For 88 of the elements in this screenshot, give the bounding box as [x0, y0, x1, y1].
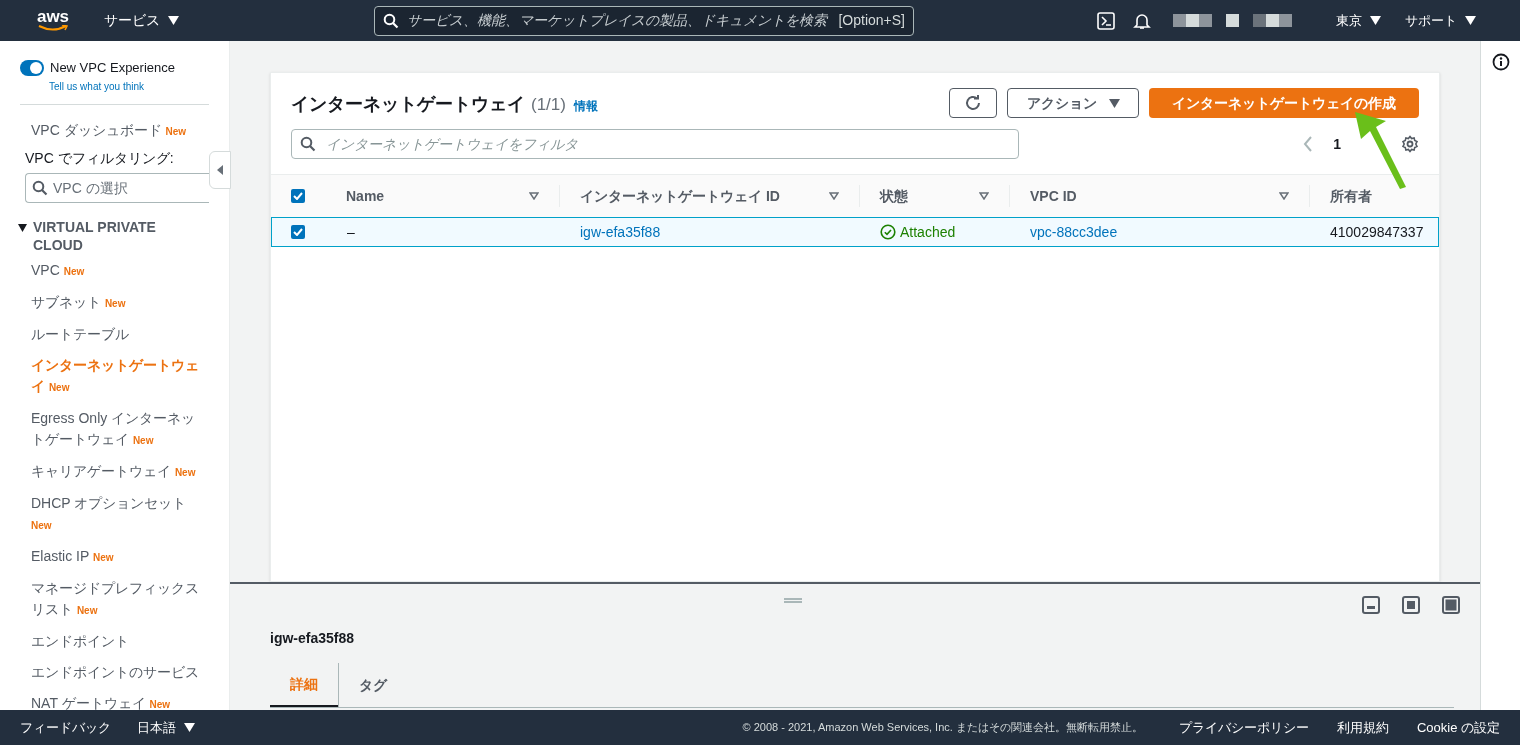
actions-button[interactable]: アクション	[1007, 88, 1139, 118]
settings-icon[interactable]	[1401, 135, 1419, 153]
info-link[interactable]: 情報	[573, 97, 598, 115]
table-link[interactable]: vpc-88cc3dee	[1030, 221, 1118, 243]
footer-link[interactable]: Cookie の設定	[1416, 717, 1500, 738]
search-icon	[383, 12, 399, 29]
nav-item[interactable]: キャリアゲートウェイ New	[31, 460, 209, 483]
nav-item[interactable]: VPC ダッシュボード New	[31, 121, 187, 138]
feedback-link[interactable]: Tell us what you think	[49, 78, 209, 94]
checkbox[interactable]	[291, 225, 305, 239]
nav-item[interactable]: NAT ゲートウェイ New	[31, 692, 209, 715]
nav-item[interactable]: VPC New	[31, 259, 209, 282]
info-icon[interactable]	[1491, 53, 1510, 71]
sort-icon[interactable]	[829, 192, 839, 200]
nav-item[interactable]: マネージドプレフィックスリスト New	[31, 577, 209, 621]
services-menu[interactable]: サービス	[104, 10, 179, 31]
support-menu[interactable]: サポート	[1405, 10, 1476, 31]
caret-icon	[18, 223, 27, 232]
new-label: New	[132, 434, 154, 446]
new-label: New	[31, 519, 52, 531]
new-label: New	[93, 551, 114, 563]
footer-link[interactable]: プライバシーポリシー	[1178, 717, 1309, 738]
nav-item[interactable]: DHCP オプションセット New	[31, 492, 209, 536]
resize-handle[interactable]	[784, 598, 802, 603]
refresh-icon	[964, 94, 982, 112]
nav-item[interactable]: エンドポイント	[31, 630, 209, 652]
panel-layout-icon[interactable]	[1442, 596, 1460, 614]
caret-icon	[168, 16, 179, 25]
copyright-text: © 2008 - 2021, Amazon Web Services, Inc. またはその関連会社。無断転用禁止。	[742, 720, 1143, 736]
nav-item[interactable]: ルートテーブル	[31, 323, 209, 345]
search-field[interactable]: サービス、機能、マーケットプレイスの製品、ドキュメントを検索 [Option+S]	[374, 5, 914, 36]
shortcut-hint: [Option+S]	[838, 11, 905, 30]
sort-icon[interactable]	[1279, 192, 1289, 200]
nav-item[interactable]: エンドポイントのサービス	[31, 661, 209, 683]
table-filter-field[interactable]: インターネットゲートウェイをフィルタ	[291, 129, 1019, 159]
caret-icon	[1370, 16, 1381, 25]
new-label: New	[48, 381, 70, 393]
footer-link[interactable]: 利用規約	[1336, 717, 1389, 738]
panel-title: インターネットゲートウェイ	[291, 93, 525, 116]
check-circle-icon	[880, 224, 896, 240]
toggle-switch[interactable]	[20, 59, 44, 76]
filter-label: VPC でフィルタリング:	[24, 148, 175, 168]
status-text: Attached	[900, 222, 956, 242]
language-menu[interactable]: 日本語	[137, 717, 195, 738]
column-header[interactable]: 状態	[880, 185, 908, 207]
page-number[interactable]: 1	[1333, 133, 1341, 155]
new-label: New	[104, 297, 126, 309]
column-header[interactable]: インターネットゲートウェイ ID	[580, 185, 780, 207]
table-cell-text: 410029847337	[1330, 222, 1424, 242]
panel-layout-icon[interactable]	[1362, 596, 1380, 614]
search-icon	[300, 136, 316, 152]
column-header: 所有者	[1330, 186, 1372, 206]
table-link[interactable]: igw-efa35f88	[580, 221, 661, 243]
panel-layout-icon[interactable]	[1402, 596, 1420, 614]
nav-item[interactable]: サブネット New	[31, 291, 209, 314]
terminal-icon[interactable]	[1097, 11, 1115, 30]
region-menu[interactable]: 東京	[1336, 10, 1381, 31]
sort-icon[interactable]	[529, 192, 539, 200]
column-header[interactable]: Name	[346, 185, 385, 207]
nav-item[interactable]: Egress Only インターネットゲートウェイ New	[31, 407, 209, 451]
bell-icon[interactable]	[1133, 11, 1151, 30]
new-label: New	[149, 698, 171, 710]
nav-item[interactable]: Elastic IP New	[31, 545, 209, 568]
table-cell-text: –	[347, 222, 355, 242]
collapse-sidebar-button[interactable]	[209, 151, 231, 189]
aws-logo[interactable]: aws	[36, 5, 70, 36]
toggle-label: New VPC Experience	[50, 59, 175, 77]
table-row[interactable]: – igw-efa35f88 Attached vpc-88cc3dee 410029847337	[271, 217, 1439, 247]
item-count: (1/1)	[531, 94, 566, 116]
tab[interactable]: タグ	[338, 663, 407, 707]
checkbox[interactable]	[291, 189, 305, 203]
detail-title: igw-efa35f88	[270, 630, 355, 646]
refresh-button[interactable]	[949, 88, 997, 118]
feedback-link[interactable]: フィードバック	[20, 717, 111, 738]
new-label: New	[174, 466, 196, 478]
caret-icon	[1465, 16, 1476, 25]
caret-icon	[1108, 98, 1120, 108]
vpc-filter-field[interactable]: VPC の選択	[25, 172, 209, 203]
redacted-account[interactable]	[1173, 14, 1292, 27]
new-label: New	[63, 265, 85, 277]
caret-left-icon	[217, 165, 223, 175]
collapse-section[interactable]: VIRTUAL PRIVATE CLOUD	[18, 217, 173, 254]
caret-icon	[184, 723, 195, 732]
column-header[interactable]: VPC ID	[1030, 185, 1077, 207]
new-label: New	[76, 604, 98, 616]
sort-icon[interactable]	[979, 192, 989, 200]
new-label: New	[165, 125, 187, 137]
search-icon	[32, 179, 48, 196]
